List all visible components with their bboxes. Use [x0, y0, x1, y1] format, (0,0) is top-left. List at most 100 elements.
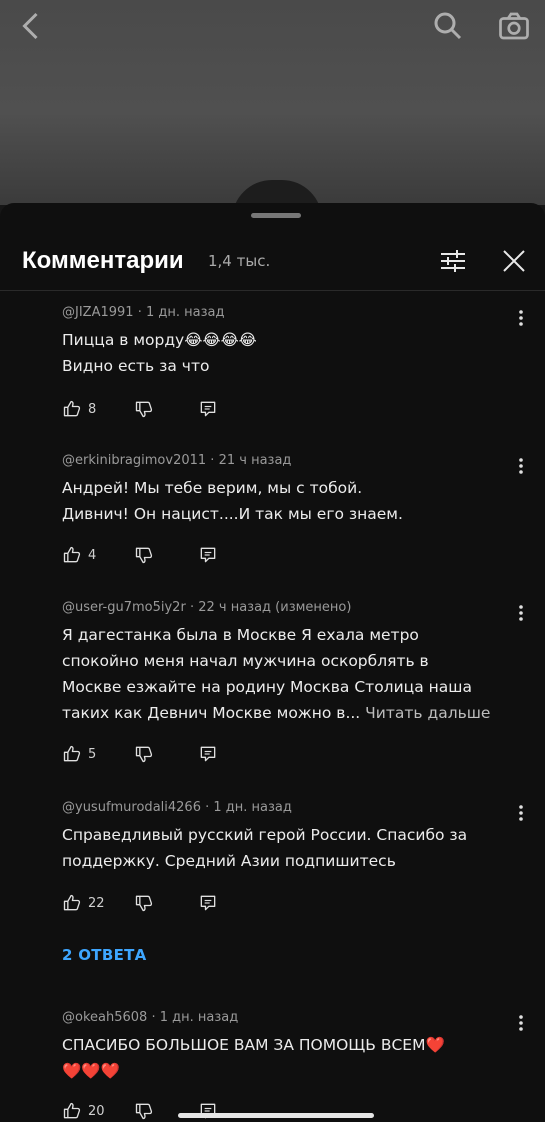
dislike-button[interactable]: [134, 397, 154, 421]
meta-separator: ·: [189, 600, 195, 615]
comment-author[interactable]: @okeah5608: [62, 1010, 147, 1025]
more-vertical-icon[interactable]: [510, 600, 532, 626]
like-count: 8: [88, 401, 97, 417]
meta-separator: ·: [137, 305, 142, 320]
comment-line: спокойно меня начал мужчина оскорблять в: [62, 652, 429, 670]
comment-time: 21 ч назад: [218, 453, 292, 468]
meta-separator: ·: [210, 453, 215, 468]
comment-line: Справедливый русский герой России. Спаси…: [62, 826, 468, 844]
sheet-title: Комментарии: [22, 247, 184, 274]
comment-line: СПАСИБО БОЛЬШОЕ ВАМ ЗА ПОМОЩЬ ВСЕМ❤️: [62, 1036, 445, 1054]
meta-separator: ·: [205, 800, 210, 815]
comment-meta: @yusufmurodali4266 · 1 дн. назад: [62, 800, 532, 818]
thumbs-down-icon: [135, 547, 153, 564]
comment-meta: @JIZA1991 · 1 дн. назад: [62, 305, 532, 323]
comment-author[interactable]: @JIZA1991: [62, 305, 134, 320]
comment-line: Видно есть за что: [62, 357, 210, 375]
thumbs-up-icon: [63, 1102, 81, 1119]
reply-icon: [200, 746, 216, 762]
dislike-button[interactable]: [134, 1099, 154, 1122]
like-button[interactable]: 4: [62, 543, 96, 567]
comment-author[interactable]: @user-gu7mo5iy2r: [62, 600, 186, 615]
comment-time: 1 дн. назад: [145, 305, 225, 320]
comment-item: @JIZA1991 · 1 дн. назад Пицца в морду😂😂😂…: [62, 305, 532, 418]
video-background: [0, 0, 545, 220]
thumbs-up-icon: [63, 400, 81, 417]
comment-line: Москве езжайте на родину Москва Столица …: [62, 678, 472, 696]
search-icon[interactable]: [430, 8, 466, 44]
more-vertical-icon[interactable]: [510, 1010, 532, 1036]
comment-line-truncated: таких как Девнич Москве можно в...: [62, 704, 361, 722]
thumbs-up-icon: [63, 745, 81, 762]
comment-time: 22 ч назад (изменено): [198, 600, 352, 615]
filter-icon[interactable]: [437, 245, 469, 277]
home-indicator[interactable]: [178, 1113, 374, 1118]
comment-actions: 4: [62, 543, 262, 567]
comment-text: Справедливый русский герой России. Спаси…: [62, 822, 532, 874]
more-vertical-icon[interactable]: [510, 800, 532, 826]
comment-text: СПАСИБО БОЛЬШОЕ ВАМ ЗА ПОМОЩЬ ВСЕМ❤️ ❤️❤…: [62, 1032, 532, 1084]
dislike-button[interactable]: [134, 742, 154, 766]
comment-author[interactable]: @yusufmurodali4266: [62, 800, 201, 815]
comments-sheet: Комментарии 1,4 тыс. @JIZA1991 · 1 дн. н…: [0, 203, 545, 1122]
like-count: 22: [88, 895, 105, 911]
meta-separator: ·: [151, 1010, 156, 1025]
comment-meta: @okeah5608 · 1 дн. назад: [62, 1010, 532, 1028]
like-count: 4: [88, 547, 97, 563]
reply-button[interactable]: [198, 1099, 218, 1122]
comment-text: Я дагестанка была в Москве Я ехала метро…: [62, 622, 532, 726]
comment-actions: 20: [62, 1099, 262, 1122]
comment-meta: @erkinibragimov2011 · 21 ч назад: [62, 453, 532, 471]
more-vertical-icon[interactable]: [510, 305, 532, 331]
dislike-button[interactable]: [134, 891, 154, 915]
comment-line: Дивнич! Он нацист....И так мы его знаем.: [62, 505, 403, 523]
comment-item: @erkinibragimov2011 · 21 ч назад Андрей!…: [62, 453, 532, 564]
reply-button[interactable]: [198, 543, 218, 567]
like-count: 5: [88, 746, 97, 762]
view-replies-button[interactable]: 2 ОТВЕТА: [62, 946, 147, 964]
read-more-link[interactable]: Читать дальше: [365, 704, 490, 722]
reply-button[interactable]: [198, 742, 218, 766]
reply-button[interactable]: [198, 891, 218, 915]
thumbs-up-icon: [63, 894, 81, 911]
comment-text: Пицца в морду😂😂😂😂 Видно есть за что: [62, 327, 532, 379]
drag-handle[interactable]: [251, 213, 301, 218]
reply-icon: [200, 401, 216, 417]
thumbs-down-icon: [135, 1103, 153, 1120]
comment-line: ❤️❤️❤️: [62, 1062, 120, 1080]
like-count: 20: [88, 1103, 105, 1119]
chevron-left-icon[interactable]: [14, 8, 50, 44]
comment-actions: 5: [62, 742, 262, 766]
reply-icon: [200, 1103, 216, 1119]
comment-item: @user-gu7mo5iy2r · 22 ч назад (изменено)…: [62, 600, 532, 763]
comment-line: таких как Девнич Москве можно в... Читат…: [62, 700, 532, 726]
thumbs-down-icon: [135, 746, 153, 763]
comment-count: 1,4 тыс.: [208, 252, 271, 270]
comment-time: 1 дн. назад: [213, 800, 292, 815]
comment-item: @okeah5608 · 1 дн. назад СПАСИБО БОЛЬШОЕ…: [62, 1010, 532, 1120]
close-icon[interactable]: [498, 245, 530, 277]
reply-icon: [200, 547, 216, 563]
comment-line: Пицца в морду😂😂😂😂: [62, 331, 257, 349]
like-button[interactable]: 22: [62, 891, 105, 915]
dislike-button[interactable]: [134, 543, 154, 567]
like-button[interactable]: 5: [62, 742, 96, 766]
reply-button[interactable]: [198, 397, 218, 421]
comment-line: Я дагестанка была в Москве Я ехала метро: [62, 626, 419, 644]
comment-actions: 8: [62, 397, 262, 421]
comment-line: поддержку. Средний Азии подпишитесь: [62, 852, 396, 870]
comment-item: @yusufmurodali4266 · 1 дн. назад Справед…: [62, 800, 532, 912]
more-vertical-icon[interactable]: [510, 453, 532, 479]
like-button[interactable]: 8: [62, 397, 96, 421]
thumbs-up-icon: [63, 546, 81, 563]
comment-author[interactable]: @erkinibragimov2011: [62, 453, 206, 468]
thumbs-down-icon: [135, 895, 153, 912]
comment-actions: 22: [62, 891, 262, 915]
camera-icon[interactable]: [496, 8, 532, 44]
comment-line: Андрей! Мы тебе верим, мы с тобой.: [62, 479, 363, 497]
comments-header: Комментарии 1,4 тыс.: [0, 233, 545, 291]
like-button[interactable]: 20: [62, 1099, 105, 1122]
comment-text: Андрей! Мы тебе верим, мы с тобой. Дивни…: [62, 475, 532, 527]
comment-meta: @user-gu7mo5iy2r · 22 ч назад (изменено): [62, 600, 532, 618]
comment-time: 1 дн. назад: [159, 1010, 239, 1025]
